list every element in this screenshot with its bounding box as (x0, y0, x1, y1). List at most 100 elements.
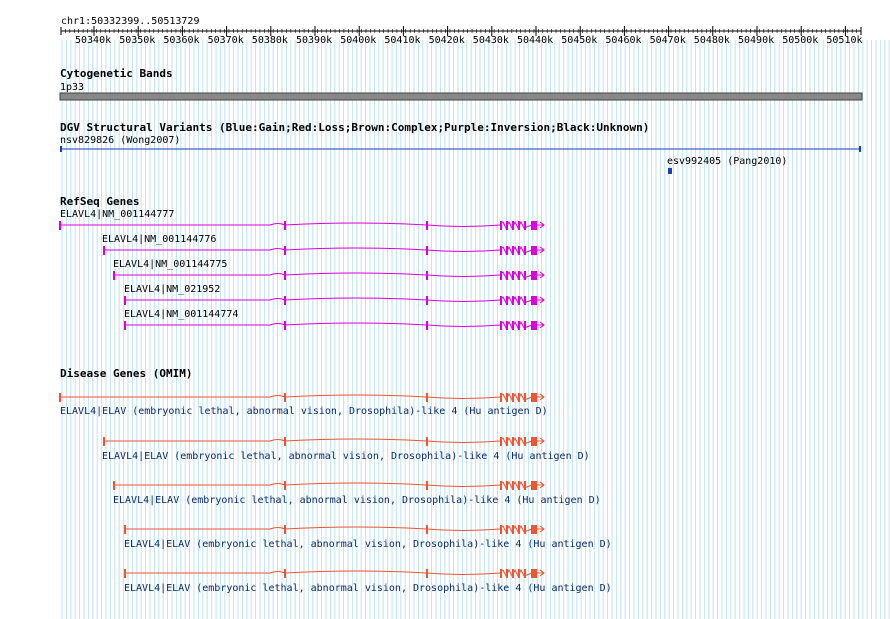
ruler-tick-label: 50490k (738, 35, 775, 46)
omim-gene-exon (512, 437, 514, 446)
refseq-transcript-last-exon (531, 321, 537, 330)
refseq-transcript-exon (512, 221, 514, 230)
refseq-transcript-last-exon (531, 296, 537, 305)
refseq-transcript-exon (506, 221, 508, 230)
refseq-transcript-exon (524, 246, 526, 255)
refseq-track-title[interactable]: RefSeq Genes (60, 196, 139, 208)
refseq-transcript-exon (500, 296, 502, 305)
refseq-transcript-intron (499, 220, 533, 230)
coordinate-range-label: chr1:50332399..50513729 (61, 16, 200, 27)
refseq-transcript-intron (499, 320, 533, 330)
dgv-variant-start (60, 146, 62, 152)
refseq-transcript-first-exon (124, 296, 126, 305)
omim-gene-exon (524, 569, 526, 578)
refseq-transcript-exon (506, 246, 508, 255)
refseq-transcript-strand-arrow (537, 246, 545, 254)
omim-gene-exon (518, 437, 520, 446)
refseq-transcript-exon (284, 296, 286, 305)
refseq-transcript-exon (426, 296, 428, 305)
omim-gene-label[interactable]: ELAVL4|ELAV (embryonic lethal, abnormal … (124, 583, 612, 594)
refseq-transcript-exon (506, 296, 508, 305)
omim-gene-label[interactable]: ELAVL4|ELAV (embryonic lethal, abnormal … (124, 539, 612, 550)
omim-gene-first-exon (113, 481, 115, 490)
refseq-transcript-exon (524, 296, 526, 305)
omim-gene-exon (524, 437, 526, 446)
omim-gene-exon (426, 569, 428, 578)
ruler-tick-label: 50420k (428, 35, 465, 46)
omim-gene-exon (500, 481, 502, 490)
omim-gene-intron (499, 568, 533, 578)
omim-gene-label[interactable]: ELAVL4|ELAV (embryonic lethal, abnormal … (102, 451, 590, 462)
omim-track-title[interactable]: Disease Genes (OMIM) (60, 368, 192, 380)
refseq-transcript-exon (500, 246, 502, 255)
refseq-transcript-exon (284, 271, 286, 280)
omim-gene-exon (284, 437, 286, 446)
dgv-item-label[interactable]: esv992405 (Pang2010) (667, 156, 787, 167)
refseq-transcript-intron (499, 245, 533, 255)
omim-gene-last-exon (531, 393, 537, 402)
omim-gene-last-exon (531, 437, 537, 446)
omim-gene-intron (499, 524, 533, 534)
omim-gene-exon (518, 525, 520, 534)
omim-gene-strand-arrow (537, 569, 545, 577)
refseq-transcript-first-exon (103, 246, 105, 255)
dgv-item-label[interactable]: nsv829826 (Wong2007) (60, 135, 180, 146)
omim-gene-exon (524, 393, 526, 402)
omim-gene-exon (500, 393, 502, 402)
omim-gene-label[interactable]: ELAVL4|ELAV (embryonic lethal, abnormal … (60, 406, 548, 417)
ruler-tick-label: 50340k (75, 35, 112, 46)
ruler-tick-label: 50400k (340, 35, 377, 46)
refseq-transcript-exon (518, 296, 520, 305)
refseq-transcript-intron (60, 222, 501, 227)
ruler-tick-label: 50480k (693, 35, 730, 46)
refseq-transcript-label[interactable]: ELAVL4|NM_001144776 (102, 234, 216, 245)
refseq-transcript-strand-arrow (537, 321, 545, 329)
omim-gene-exon (524, 525, 526, 534)
omim-gene-exon (284, 569, 286, 578)
ruler-tick-label: 50510k (826, 35, 863, 46)
refseq-transcript-label[interactable]: ELAVL4|NM_021952 (124, 284, 220, 295)
omim-gene-intron (60, 394, 501, 399)
omim-gene-intron (499, 436, 533, 446)
refseq-transcript-strand-arrow (537, 296, 545, 304)
refseq-transcript-exon (284, 246, 286, 255)
omim-gene-exon (426, 525, 428, 534)
omim-gene-exon (506, 437, 508, 446)
cytoband-label: 1p33 (60, 82, 85, 93)
ruler-tick-label: 50390k (296, 35, 333, 46)
refseq-transcript-exon (284, 221, 286, 230)
refseq-transcript-exon (518, 271, 520, 280)
omim-gene-intron (499, 392, 533, 402)
refseq-transcript-exon (426, 221, 428, 230)
refseq-transcript-label[interactable]: ELAVL4|NM_001144777 (60, 209, 174, 220)
omim-gene-intron (499, 480, 533, 490)
ruler-tick-label: 50370k (207, 35, 244, 46)
ruler-tick-label: 50470k (649, 35, 686, 46)
refseq-transcript-first-exon (113, 271, 115, 280)
ruler-tick-label: 50380k (251, 35, 288, 46)
omim-gene-strand-arrow (537, 481, 545, 489)
refseq-transcript-exon (506, 271, 508, 280)
refseq-transcript-label[interactable]: ELAVL4|NM_001144774 (124, 309, 238, 320)
omim-gene-exon (512, 393, 514, 402)
omim-gene-first-exon (103, 437, 105, 446)
ruler-tick-label: 50410k (384, 35, 421, 46)
dgv-variant-end (859, 146, 861, 152)
ruler-tick-label: 50440k (517, 35, 554, 46)
refseq-transcript-exon (284, 321, 286, 330)
refseq-transcript-first-exon (59, 221, 61, 230)
refseq-transcript-label[interactable]: ELAVL4|NM_001144775 (113, 259, 227, 270)
omim-gene-exon (524, 481, 526, 490)
omim-gene-last-exon (531, 569, 537, 578)
omim-gene-exon (284, 481, 286, 490)
omim-gene-exon (512, 481, 514, 490)
omim-gene-label[interactable]: ELAVL4|ELAV (embryonic lethal, abnormal … (113, 495, 601, 506)
dgv-track-title[interactable]: DGV Structural Variants (Blue:Gain;Red:L… (60, 122, 649, 134)
ruler-tick-label: 50360k (163, 35, 200, 46)
omim-gene-exon (426, 393, 428, 402)
refseq-transcript-exon (524, 271, 526, 280)
dgv-variant-small (668, 168, 672, 174)
omim-gene-strand-arrow (537, 393, 545, 401)
cytoband-track-title[interactable]: Cytogenetic Bands (60, 68, 173, 80)
refseq-transcript-exon (512, 271, 514, 280)
